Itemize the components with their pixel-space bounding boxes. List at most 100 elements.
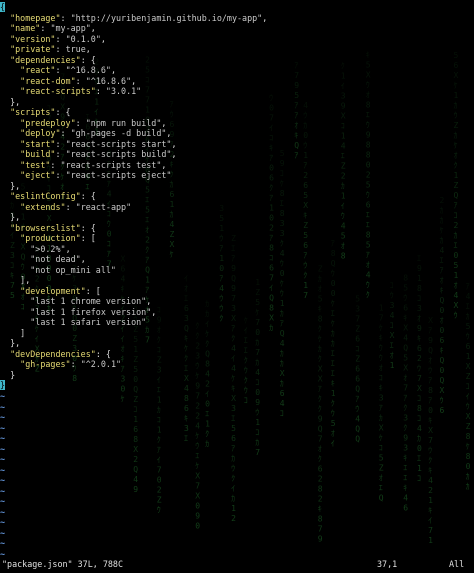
tilde-marker: ~ [0,517,6,527]
json-punctuation: , [151,306,157,317]
rain-glyph: 1 [428,536,433,545]
editor-text-area[interactable]: { "homepage": "http://yuribenjamin.githu… [0,2,474,391]
json-punctuation: : { [80,54,96,65]
rain-glyph: Q [133,465,138,474]
json-punctuation: , [161,117,167,128]
rain-glyph: 9 [255,398,260,407]
rain-glyph: ｴ [417,454,421,463]
rain-glyph: ｲ [331,439,335,448]
rain-glyph: 8 [417,404,422,413]
rain-glyph: ｴ [231,414,235,423]
rain-glyph: ｴ [195,452,199,461]
rain-glyph: 1 [205,420,210,429]
rain-glyph: ｳ [428,446,432,455]
rain-glyph: X [195,472,200,481]
json-punctuation: , [100,33,106,44]
json-value: "^16.8.6" [65,65,111,75]
code-line: ], [0,275,474,286]
rain-glyph: 0 [428,406,433,415]
rain-glyph: X [231,394,236,403]
json-punctuation: ], [0,275,31,285]
json-key: "predeploy" [0,117,76,128]
rain-glyph: 4 [403,494,408,503]
terminal-window[interactable]: ｶ01ｲZ3ｺｷ755ｴ21ｵｲXQｳ0XｵｺｴQ0ｶ2ｸｴ7ｹｹｲXｶZｺ75… [0,0,474,573]
rain-glyph: 4 [428,476,433,485]
rain-glyph: X [195,492,200,501]
rain-glyph: 2 [195,412,200,421]
json-punctuation: : [75,117,86,128]
rain-glyph: ｵ [318,444,322,453]
tilde-marker: ~ [0,412,6,422]
rain-glyph: 7 [318,434,323,443]
rain-glyph: X [466,412,471,421]
rain-glyph: ｸ [318,404,322,413]
rain-glyph: 1 [231,504,236,513]
code-line: "private": true, [0,44,474,55]
json-punctuation: , [90,23,96,33]
rain-glyph: 7 [157,465,162,474]
code-line: "eject": "react-scripts eject" [0,170,474,181]
json-punctuation: , [146,296,152,306]
json-value: "my-app" [50,23,91,33]
code-line: } [0,380,474,391]
json-punctuation: , [171,138,177,149]
rain-glyph: 6 [440,406,445,415]
rain-glyph: ｴ [379,483,383,492]
code-line: "react-dom": "^16.8.6", [0,76,474,87]
rain-glyph: ｱ [231,444,235,453]
rain-glyph: 3 [403,444,408,453]
code-line: "development": [ [0,286,474,297]
rain-glyph: 8 [318,484,323,493]
code-line: "extends": "react-app" [0,202,474,213]
json-punctuation: : { [80,222,96,233]
rain-glyph: 2 [133,455,138,464]
rain-glyph: 5 [231,424,236,433]
rain-glyph: ｲ [157,455,161,464]
code-line: "production": [ [0,233,474,244]
rain-glyph: ｺ [280,409,284,418]
rain-glyph: ｵ [379,473,383,482]
rain-glyph: 0 [195,522,200,531]
code-line: "last 1 firefox version", [0,307,474,318]
rain-glyph: ｺ [417,394,421,403]
rain-glyph: 7 [428,526,433,535]
json-key: "version" [0,33,56,44]
rain-glyph: 5 [379,453,384,462]
rain-glyph: 6 [231,434,236,443]
rain-glyph: 2 [195,402,200,411]
json-punctuation: , [131,75,137,86]
rain-glyph: 1 [428,496,433,505]
rain-glyph: 9 [133,485,138,494]
code-line: ">0.2%", [0,244,474,255]
rain-glyph: Q [355,435,360,444]
rain-glyph: ｳ [255,408,259,417]
json-value: "gh-pages -d build" [70,128,167,138]
rain-glyph: 2 [157,485,162,494]
json-punctuation: : [75,75,86,86]
rain-glyph: Z [157,495,162,504]
rain-glyph: ｹ [121,395,125,404]
code-line: }, [0,212,474,223]
rain-glyph: ｳ [157,505,161,514]
json-punctuation: : [55,65,66,75]
json-punctuation: : [65,201,76,212]
rain-glyph: ｺ [379,443,383,452]
rain-glyph: ｶ [379,413,383,422]
rain-glyph: ｱ [403,394,407,403]
json-key: "gh-pages" [0,359,71,369]
rain-glyph: ｸ [231,474,235,483]
json-key: "build" [0,149,56,159]
rain-glyph: 4 [417,424,422,433]
tilde-marker: ~ [0,391,6,401]
rain-glyph: ｺ [417,474,421,483]
json-key: "deploy" [0,128,61,138]
tilde-marker: ~ [0,433,6,443]
rain-glyph: ｱ [379,403,383,412]
rain-glyph: ｶ [157,405,161,414]
json-punctuation: , [171,149,177,159]
rain-glyph: 9 [318,414,323,423]
json-value: "react-scripts start" [65,138,172,149]
json-punctuation: : [ [85,285,101,296]
json-value: "not dead" [0,254,81,264]
tilde-marker: ~ [0,496,6,506]
